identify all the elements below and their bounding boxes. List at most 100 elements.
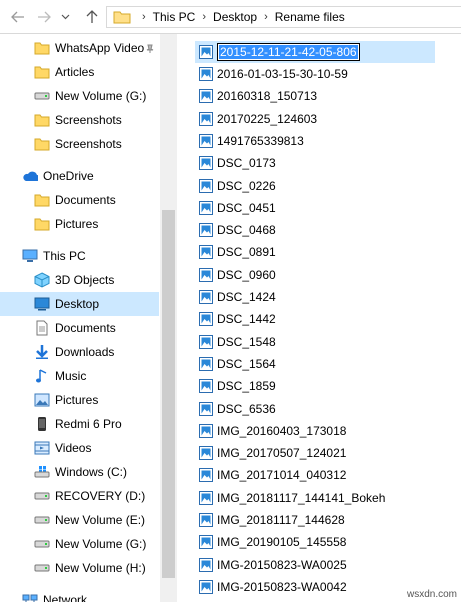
desktop-icon	[34, 296, 50, 312]
folder-icon	[34, 112, 50, 128]
file-name: IMG-20150823-WA0025	[217, 557, 347, 572]
pictures-icon	[34, 392, 50, 408]
drive-icon	[34, 536, 50, 552]
file-row[interactable]: IMG_20171014_040312	[195, 464, 435, 486]
up-button[interactable]	[82, 7, 102, 27]
nav-item-label: Windows (C:)	[55, 465, 128, 479]
file-row[interactable]: DSC_0226	[195, 175, 435, 197]
nav-item[interactable]: Music	[0, 364, 160, 388]
nav-item[interactable]: Network	[0, 588, 160, 602]
file-row-editing[interactable]: 2015-12-11-21-42-05-806	[195, 41, 435, 63]
scrollbar-thumb[interactable]	[162, 210, 175, 578]
file-row[interactable]: IMG_20181117_144141_Bokeh	[195, 487, 435, 509]
address-box[interactable]: › This PC › Desktop › Rename files	[106, 6, 461, 28]
computer-icon	[22, 248, 38, 264]
file-row[interactable]: DSC_0891	[195, 241, 435, 263]
image-file-icon	[198, 200, 214, 216]
file-name: DSC_1859	[217, 379, 276, 394]
windows-drive-icon	[34, 464, 50, 480]
arrow-right-icon	[38, 11, 51, 23]
file-row[interactable]: IMG-20150927-WA0089	[195, 598, 435, 602]
nav-item[interactable]: New Volume (G:)	[0, 84, 160, 108]
rename-input[interactable]: 2015-12-11-21-42-05-806	[217, 43, 360, 61]
nav-item[interactable]: Downloads	[0, 340, 160, 364]
nav-item[interactable]: 3D Objects	[0, 268, 160, 292]
file-name: 2016-01-03-15-30-10-59	[217, 67, 348, 81]
file-name: DSC_0891	[217, 245, 276, 260]
file-row[interactable]: DSC_1442	[195, 308, 435, 330]
file-row[interactable]: DSC_6536	[195, 398, 435, 420]
file-row[interactable]: DSC_1859	[195, 375, 435, 397]
nav-item[interactable]: New Volume (E:)	[0, 508, 160, 532]
image-file-icon	[198, 445, 214, 461]
nav-item-label: This PC	[43, 249, 86, 263]
file-name: DSC_0468	[217, 223, 276, 238]
file-row[interactable]: 20160318_150713	[195, 85, 435, 107]
forward-button[interactable]	[34, 7, 54, 27]
nav-item[interactable]: This PC	[0, 244, 160, 268]
image-file-icon	[198, 334, 214, 350]
file-row[interactable]: IMG_20190105_145558	[195, 531, 435, 553]
breadcrumb-rename-files[interactable]: Rename files	[275, 10, 345, 24]
file-row[interactable]: IMG_20170507_124021	[195, 442, 435, 464]
file-name: IMG_20170507_124021	[217, 446, 347, 461]
arrow-left-icon	[11, 11, 24, 23]
nav-item[interactable]: New Volume (H:)	[0, 556, 160, 580]
navigation-pane: WhatsApp Video Articles New Volume (G:) Scr…	[0, 34, 160, 602]
nav-item[interactable]: OneDrive	[0, 164, 160, 188]
image-file-icon	[198, 111, 214, 127]
file-row[interactable]: DSC_0468	[195, 219, 435, 241]
nav-item[interactable]: WhatsApp Video	[0, 36, 160, 60]
nav-item[interactable]: Screenshots	[0, 132, 160, 156]
file-name: DSC_1564	[217, 356, 276, 371]
file-row[interactable]: DSC_1424	[195, 286, 435, 308]
nav-scrollbar[interactable]	[160, 34, 177, 602]
image-file-icon	[198, 467, 214, 483]
file-row[interactable]: 1491765339813	[195, 130, 435, 152]
nav-item-label: Articles	[55, 65, 95, 79]
file-row[interactable]: IMG-20150823-WA0042	[195, 576, 435, 598]
nav-item[interactable]: Screenshots	[0, 108, 160, 132]
nav-item[interactable]: Articles	[0, 60, 160, 84]
file-row[interactable]: IMG_20160403_173018	[195, 420, 435, 442]
file-name: IMG_20190105_145558	[217, 535, 347, 550]
nav-item[interactable]: Documents	[0, 316, 160, 340]
nav-item[interactable]: Redmi 6 Pro	[0, 412, 160, 436]
file-row[interactable]: 20170225_124603	[195, 108, 435, 130]
file-row[interactable]: DSC_1548	[195, 331, 435, 353]
scroll-down-button[interactable]	[160, 585, 177, 602]
nav-item[interactable]: Pictures	[0, 212, 160, 236]
file-row[interactable]: 2016-01-03-15-30-10-59	[195, 63, 435, 85]
file-row[interactable]: DSC_1564	[195, 353, 435, 375]
file-name: DSC_1442	[217, 312, 276, 327]
nav-item[interactable]: RECOVERY (D:)	[0, 484, 160, 508]
breadcrumb-desktop[interactable]: Desktop	[213, 10, 257, 24]
nav-item-label: New Volume (E:)	[55, 513, 146, 527]
image-file-icon	[198, 88, 214, 104]
nav-item[interactable]: Documents	[0, 188, 160, 212]
nav-item-label: WhatsApp Video	[55, 41, 145, 55]
nav-item[interactable]: Desktop	[0, 292, 159, 316]
file-row[interactable]: DSC_0960	[195, 264, 435, 286]
breadcrumb-this-pc[interactable]: This PC	[153, 10, 196, 24]
file-row[interactable]: IMG_20181117_144628	[195, 509, 435, 531]
nav-item[interactable]: Windows (C:)	[0, 460, 160, 484]
chevron-down-icon	[61, 14, 69, 20]
drive-icon	[34, 488, 50, 504]
recent-locations-button[interactable]	[58, 7, 72, 27]
file-name: 1491765339813	[217, 133, 304, 148]
scroll-up-button[interactable]	[160, 34, 177, 51]
file-row[interactable]: IMG-20150823-WA0025	[195, 554, 435, 576]
back-button[interactable]	[8, 7, 28, 27]
file-name: IMG_20181117_144141_Bokeh	[217, 490, 386, 505]
chevron-right-icon[interactable]: ›	[257, 11, 275, 23]
folder-icon	[34, 192, 50, 208]
nav-item[interactable]: New Volume (G:)	[0, 532, 160, 556]
nav-item-label: Screenshots	[55, 113, 122, 127]
file-row[interactable]: DSC_0173	[195, 152, 435, 174]
nav-item-label: Videos	[55, 441, 92, 455]
nav-item[interactable]: Videos	[0, 436, 160, 460]
chevron-right-icon[interactable]: ›	[195, 11, 213, 23]
file-row[interactable]: DSC_0451	[195, 197, 435, 219]
nav-item[interactable]: Pictures	[0, 388, 160, 412]
